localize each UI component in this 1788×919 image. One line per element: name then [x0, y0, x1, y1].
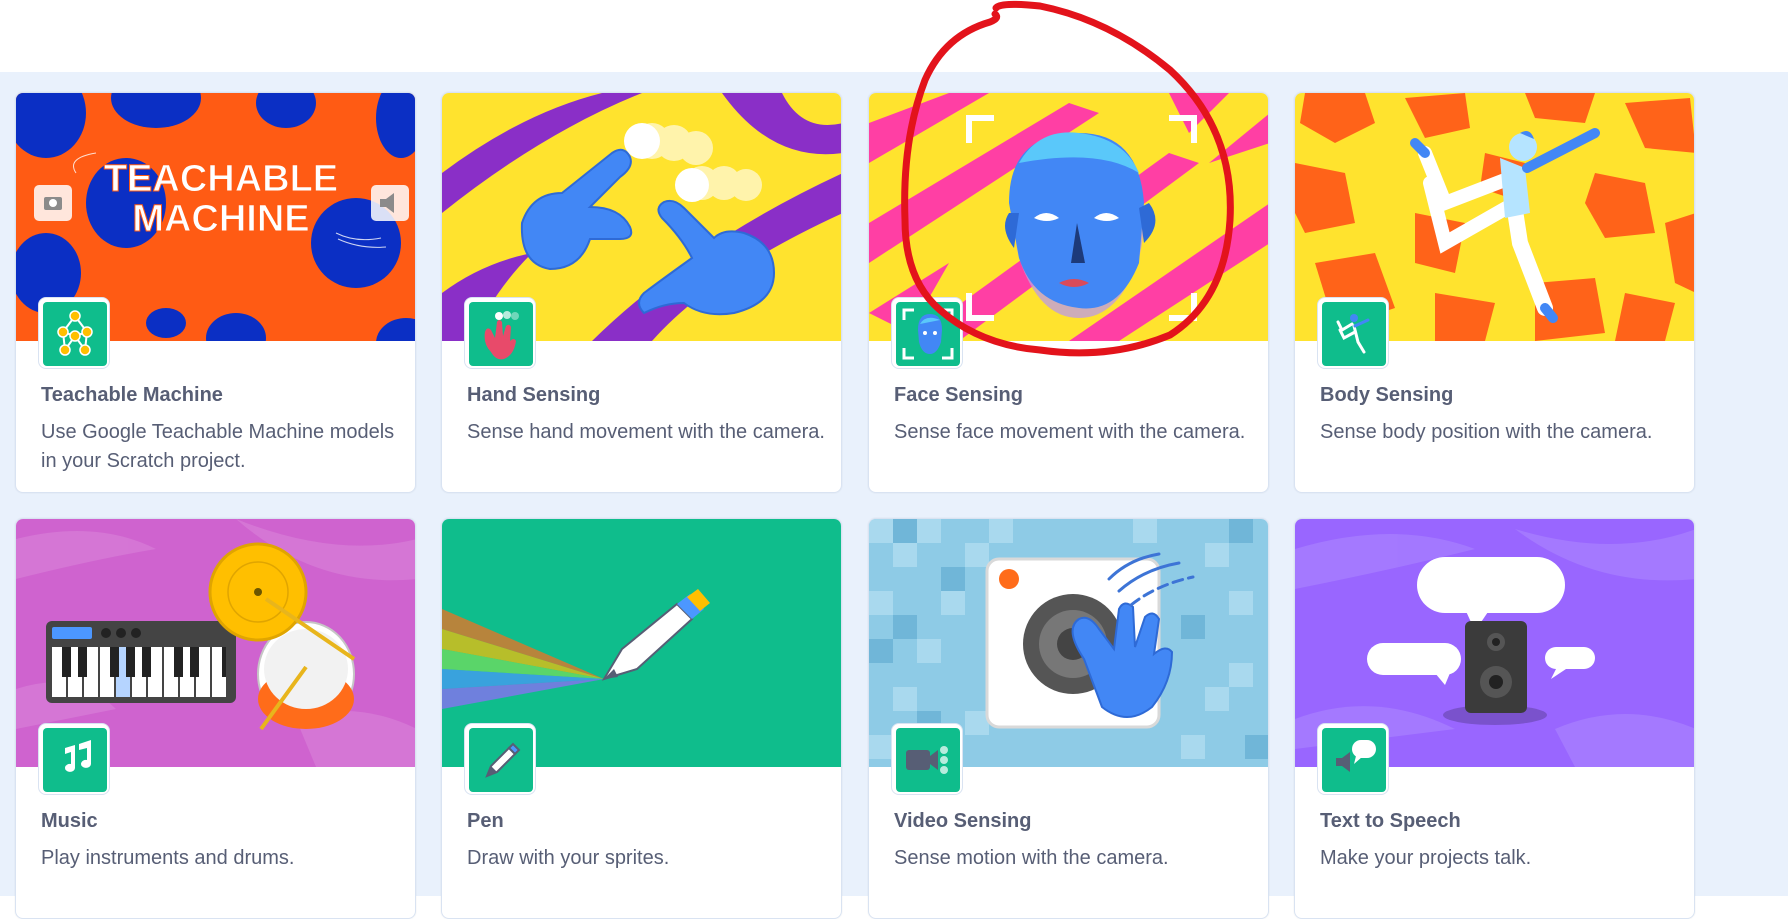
extension-description: Play instruments and drums. — [41, 847, 295, 869]
extension-title: Pen — [467, 810, 504, 832]
extension-title: Hand Sensing — [467, 384, 601, 406]
extension-description: Sense face movement with the camera. — [894, 421, 1246, 443]
extension-title: Teachable Machine — [41, 384, 223, 406]
top-bar — [0, 0, 1788, 72]
extension-title: Body Sensing — [1320, 384, 1454, 406]
pen-icon — [464, 723, 536, 795]
extension-library: TEACHABLE MACHINE Teachable Machine Use … — [0, 72, 1788, 919]
extension-card-text-to-speech[interactable]: Text to Speech Make your projects talk. — [1294, 518, 1695, 919]
extension-description: Sense hand movement with the camera. — [467, 421, 825, 443]
extension-title: Face Sensing — [894, 384, 1023, 406]
extension-description: Use Google Teachable Machine models in y… — [41, 421, 395, 472]
extension-card-music[interactable]: Music Play instruments and drums. — [15, 518, 416, 919]
svg-text:TEACHABLE: TEACHABLE — [104, 158, 338, 200]
svg-text:MACHINE: MACHINE — [132, 198, 309, 240]
extension-description: Sense body position with the camera. — [1320, 421, 1653, 443]
network-nodes-icon — [38, 297, 110, 369]
extension-card-hand-sensing[interactable]: Hand Sensing Sense hand movement with th… — [441, 92, 842, 493]
speech-bubble-icon — [1317, 723, 1389, 795]
extension-card-teachable-machine[interactable]: TEACHABLE MACHINE Teachable Machine Use … — [15, 92, 416, 493]
extension-title: Music — [41, 810, 98, 832]
extension-description: Sense motion with the camera. — [894, 847, 1169, 869]
extension-card-body-sensing[interactable]: Body Sensing Sense body position with th… — [1294, 92, 1695, 493]
extension-card-pen[interactable]: Pen Draw with your sprites. — [441, 518, 842, 919]
hand-icon — [464, 297, 536, 369]
face-icon — [891, 297, 963, 369]
extension-card-face-sensing[interactable]: Face Sensing Sense face movement with th… — [868, 92, 1269, 493]
extension-card-video-sensing[interactable]: Video Sensing Sense motion with the came… — [868, 518, 1269, 919]
extension-description: Draw with your sprites. — [467, 847, 670, 869]
music-notes-icon — [38, 723, 110, 795]
video-camera-icon — [891, 723, 963, 795]
extension-title: Text to Speech — [1320, 810, 1461, 832]
body-pose-icon — [1317, 297, 1389, 369]
extension-description: Make your projects talk. — [1320, 847, 1532, 869]
extension-title: Video Sensing — [894, 810, 1032, 832]
